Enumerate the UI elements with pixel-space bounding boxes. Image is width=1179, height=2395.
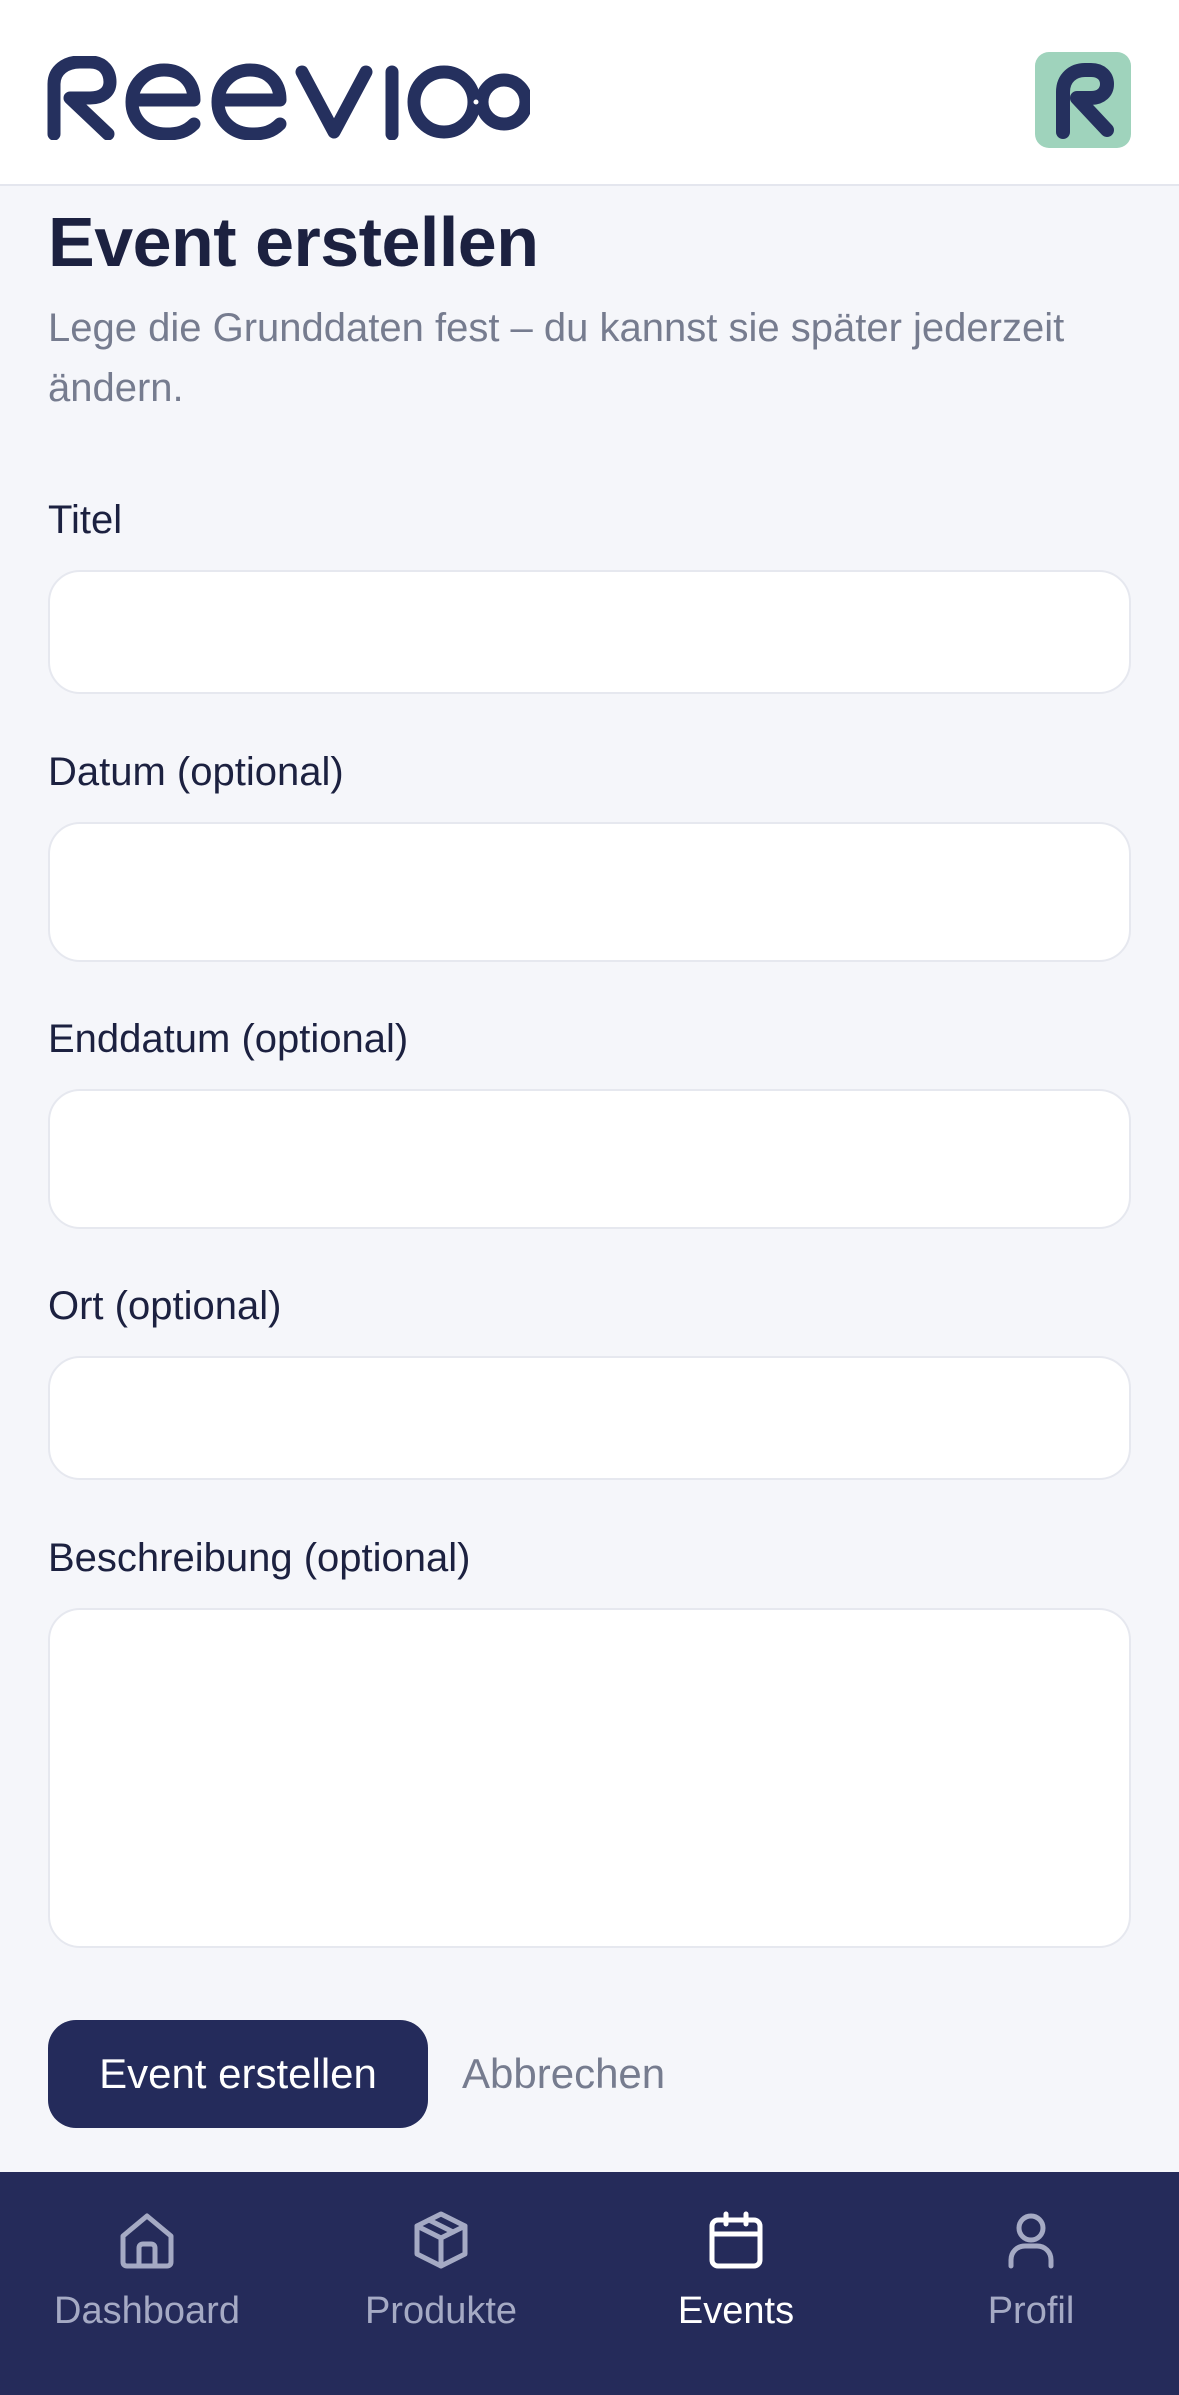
location-label: Ort (optional) [48, 1284, 282, 1328]
home-icon [120, 2213, 174, 2269]
user-icon [1008, 2213, 1054, 2269]
date-label: Datum (optional) [48, 750, 344, 794]
description-textarea[interactable] [48, 1608, 1131, 1948]
location-input[interactable] [48, 1356, 1131, 1480]
title-label: Titel [48, 498, 123, 542]
title-input[interactable] [48, 570, 1131, 694]
nav-item-events[interactable]: Events [589, 2172, 883, 2395]
nav-item-profil[interactable]: Profil [884, 2172, 1178, 2395]
box-icon [414, 2211, 468, 2269]
description-label: Beschreibung (optional) [48, 1536, 471, 1580]
k-logo-icon [1056, 63, 1114, 139]
nav-item-dashboard[interactable]: Dashboard [0, 2172, 294, 2395]
date-input[interactable] [48, 822, 1131, 962]
nav-label-events: Events [677, 2290, 795, 2332]
end-date-label: Enddatum (optional) [48, 1017, 409, 1061]
nav-label-produkte: Produkte [364, 2290, 518, 2332]
nav-label-profil: Profil [987, 2290, 1075, 2332]
keevioo-logo[interactable] [46, 56, 530, 140]
calendar-icon [709, 2211, 763, 2269]
end-date-input[interactable] [48, 1089, 1131, 1229]
nav-label-dashboard: Dashboard [54, 2290, 240, 2332]
page-title: Event erstellen [48, 203, 539, 281]
nav-item-produkte[interactable]: Produkte [294, 2172, 588, 2395]
bottom-navigation: Dashboard Produkte Events Profil [0, 2172, 1179, 2395]
cancel-link[interactable]: Abbrechen [462, 2020, 665, 2128]
create-event-button[interactable]: Event erstellen [48, 2020, 428, 2128]
app-icon-badge[interactable] [1035, 52, 1131, 148]
app-header [0, 0, 1179, 186]
page-subtitle: Lege die Grunddaten fest – du kannst sie… [48, 306, 1065, 410]
